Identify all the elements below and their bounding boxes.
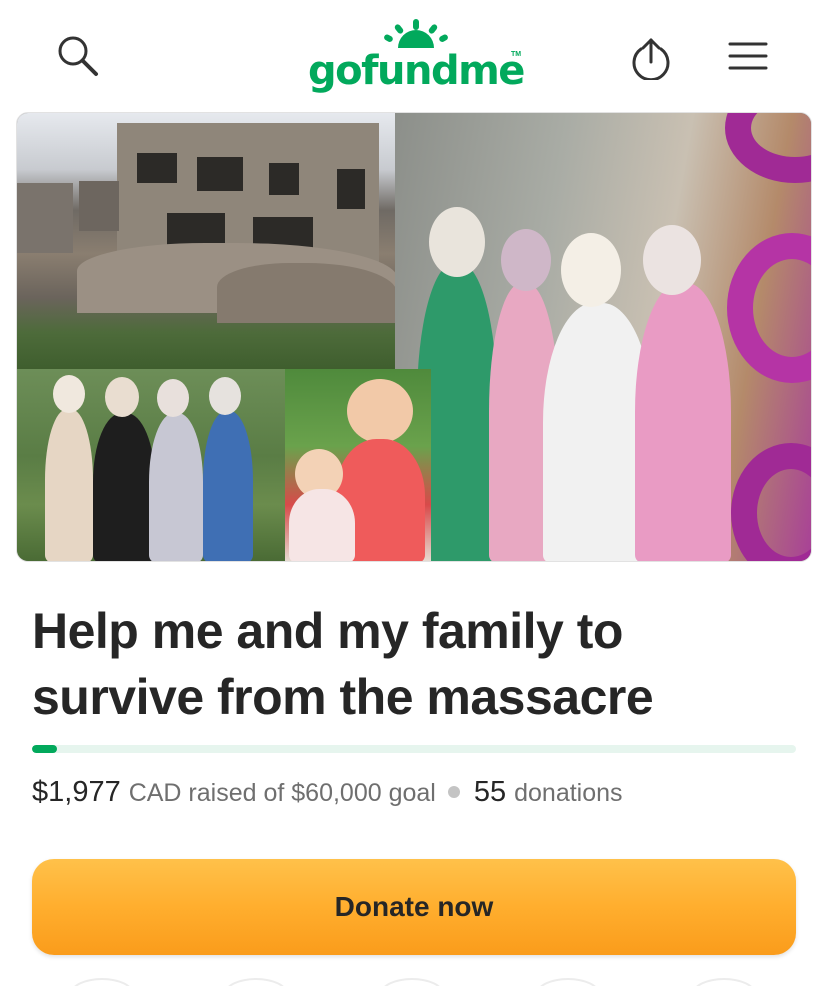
share-button[interactable] xyxy=(621,28,681,88)
fundraising-progress-bar xyxy=(32,745,796,753)
menu-button[interactable] xyxy=(718,26,778,86)
gofundme-logo[interactable]: gofundme TM xyxy=(306,18,526,96)
graduation-family-photo xyxy=(17,369,285,561)
campaign-title: Help me and my family to survive from th… xyxy=(32,603,654,725)
sun-logo-icon xyxy=(384,19,448,48)
destroyed-building-photo xyxy=(17,113,395,369)
progress-fill xyxy=(32,745,58,753)
donations-count: 55 xyxy=(473,776,507,808)
toddler-baby-photo xyxy=(285,369,431,561)
campaign-hero-image[interactable] xyxy=(16,112,812,562)
trademark-mark: TM xyxy=(511,51,522,58)
amount-raised: $1,977 xyxy=(32,776,121,808)
search-icon xyxy=(58,36,98,76)
donor-avatar xyxy=(692,978,756,986)
women-group-selfie-photo xyxy=(395,113,811,561)
top-header: gofundme TM xyxy=(0,0,828,108)
donor-avatar xyxy=(70,978,134,986)
separator-dot xyxy=(447,786,460,798)
goal-text: CAD raised of $60,000 goal xyxy=(128,779,436,807)
share-upload-icon xyxy=(632,38,670,80)
donate-now-button[interactable]: Donate now xyxy=(32,859,796,955)
donor-avatar xyxy=(380,978,444,986)
fundraising-stats: $1,977 CAD raised of $60,000 goal 55 don… xyxy=(32,776,623,822)
hamburger-menu-icon xyxy=(728,42,768,70)
donor-avatar xyxy=(536,978,600,986)
logo-wordmark: gofundme xyxy=(308,48,525,94)
search-button[interactable] xyxy=(48,26,108,86)
donations-label: donations xyxy=(514,779,623,807)
donor-avatars-row xyxy=(0,978,828,986)
donor-avatar xyxy=(224,978,288,986)
